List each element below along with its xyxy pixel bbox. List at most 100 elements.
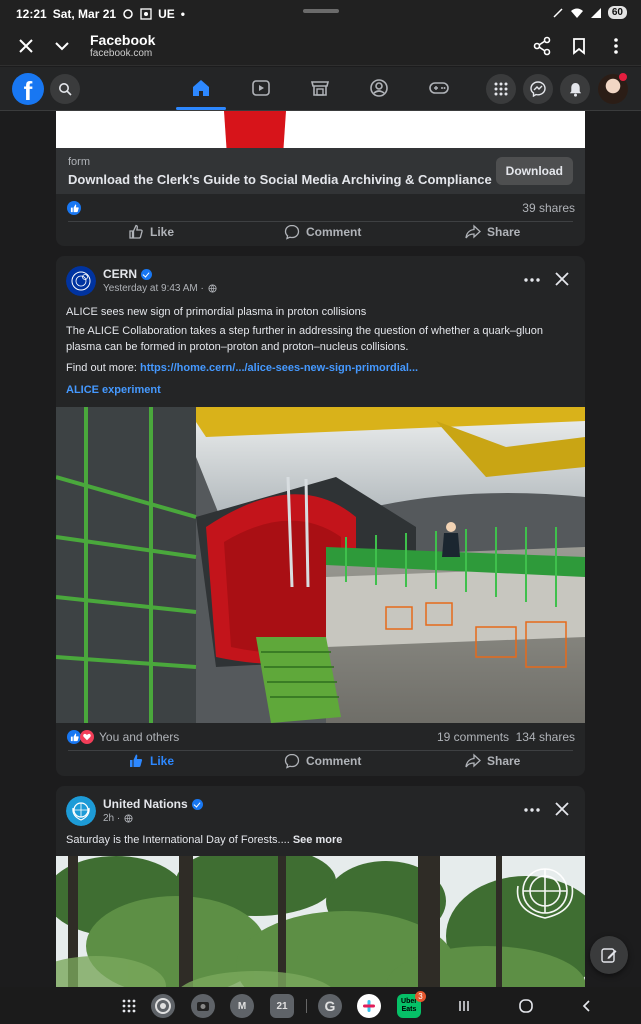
share-count[interactable]: 134 shares — [516, 730, 575, 744]
see-more-link[interactable]: See more — [293, 834, 343, 846]
battery-indicator: 60 — [607, 6, 627, 19]
status-time: 12:21 — [16, 7, 47, 21]
love-reaction-icon[interactable] — [80, 730, 94, 744]
cern-logo-avatar[interactable] — [66, 266, 96, 296]
comment-label: Comment — [306, 754, 362, 768]
uber-eats-badge: 3 — [415, 991, 426, 1002]
search-button[interactable] — [50, 74, 80, 104]
calendar-app-icon[interactable]: 21 — [270, 994, 294, 1018]
messenger-button[interactable] — [523, 74, 553, 104]
status-date: Sat, Mar 21 — [52, 7, 117, 21]
download-button[interactable]: Download — [495, 157, 573, 185]
tab-home[interactable] — [176, 77, 226, 110]
post-card: United Nations 2h · Saturday is the Inte… — [56, 786, 585, 1006]
share-button[interactable]: Share — [465, 753, 520, 769]
like-reaction-icon[interactable] — [67, 730, 81, 744]
profile-icon — [370, 79, 388, 97]
post-text-content: Saturday is the International Day of For… — [66, 834, 293, 846]
comment-button[interactable]: Comment — [284, 753, 361, 769]
notifications-button[interactable] — [560, 74, 590, 104]
like-label: Like — [150, 754, 175, 768]
grid-menu-icon — [494, 82, 508, 96]
tab-video[interactable] — [250, 77, 272, 99]
home-icon — [193, 80, 209, 96]
share-count[interactable]: 39 shares — [522, 201, 575, 215]
bell-icon — [569, 82, 581, 97]
more-vert-icon[interactable] — [606, 36, 626, 56]
recents-button[interactable] — [452, 994, 476, 1018]
hashtag-link[interactable]: ALICE experiment — [66, 382, 575, 398]
facebook-nav-bar: f — [0, 67, 641, 111]
post-card: CERN Yesterday at 9:43 AM · ALICE sees n… — [56, 256, 585, 776]
post-body: The ALICE Collaboration takes a step fur… — [66, 325, 543, 353]
compose-button[interactable] — [590, 936, 628, 974]
post-author[interactable]: United Nations — [103, 797, 203, 811]
share-label: Share — [487, 754, 521, 768]
mute-icon — [553, 7, 563, 18]
gmail-app-icon[interactable]: M — [230, 994, 254, 1018]
drag-handle[interactable] — [303, 9, 339, 13]
hide-post-close-icon[interactable] — [553, 270, 571, 288]
android-taskbar: M 21 G Uber Eats 3 — [0, 987, 641, 1024]
like-reaction-icon[interactable] — [67, 201, 81, 215]
tab-gaming[interactable] — [428, 77, 450, 99]
more-horiz-icon[interactable] — [523, 271, 541, 289]
reactions-summary[interactable]: You and others — [99, 730, 179, 744]
like-button[interactable]: Like — [128, 753, 174, 769]
more-horiz-icon[interactable] — [523, 801, 541, 819]
notification-dot-icon: • — [180, 7, 185, 21]
article-link[interactable]: https://home.cern/.../alice-sees-new-sig… — [140, 362, 418, 374]
like-button[interactable]: Like — [128, 224, 174, 240]
browser-url[interactable]: facebook.com — [90, 48, 152, 59]
tab-profile[interactable] — [368, 77, 390, 99]
sponsored-post-card: form Download the Clerk's Guide to Socia… — [56, 111, 585, 246]
google-app-icon[interactable]: G — [318, 994, 342, 1018]
bookmark-icon[interactable] — [569, 36, 589, 56]
ad-footer[interactable]: form Download the Clerk's Guide to Socia… — [56, 148, 585, 194]
chevron-down-icon[interactable] — [52, 36, 72, 56]
post-timestamp[interactable]: Yesterday at 9:43 AM · — [103, 283, 217, 294]
comment-button[interactable]: Comment — [284, 224, 361, 240]
like-label: Like — [150, 225, 175, 239]
share-icon[interactable] — [532, 36, 552, 56]
globe-icon — [208, 284, 217, 293]
app-drawer-icon — [122, 999, 136, 1013]
verified-badge-icon — [141, 268, 153, 280]
comment-count[interactable]: 19 comments — [437, 730, 509, 744]
timestamp-text: 2h · — [103, 813, 121, 824]
taskbar-divider — [306, 999, 307, 1013]
tab-marketplace[interactable] — [309, 77, 331, 99]
post-author[interactable]: CERN — [103, 267, 153, 281]
slack-app-icon[interactable] — [357, 994, 381, 1018]
app-drawer-button[interactable] — [117, 994, 141, 1018]
video-icon — [252, 80, 270, 96]
share-label: Share — [487, 225, 521, 239]
comment-label: Comment — [306, 225, 362, 239]
notification-badge — [619, 73, 627, 81]
chrome-app-icon[interactable] — [151, 994, 175, 1018]
post-timestamp[interactable]: 2h · — [103, 813, 133, 824]
home-button[interactable] — [514, 994, 538, 1018]
divider — [68, 221, 573, 222]
timestamp-text: Yesterday at 9:43 AM · — [103, 283, 204, 294]
messenger-icon — [530, 81, 546, 97]
thumbs-up-icon — [129, 224, 143, 239]
share-arrow-icon — [465, 224, 481, 239]
back-button[interactable] — [575, 994, 599, 1018]
sync-icon — [123, 9, 133, 19]
forest-illustration — [56, 856, 585, 1006]
camera-app-icon[interactable] — [191, 994, 215, 1018]
hide-post-close-icon[interactable] — [553, 800, 571, 818]
united-nations-logo-avatar[interactable] — [66, 796, 96, 826]
share-button[interactable]: Share — [465, 224, 520, 240]
ad-headline[interactable]: Download the Clerk's Guide to Social Med… — [68, 172, 492, 187]
ad-image[interactable] — [56, 111, 585, 148]
menu-button[interactable] — [486, 74, 516, 104]
facebook-logo-icon[interactable]: f — [12, 73, 44, 105]
divider — [68, 750, 573, 751]
marketplace-icon — [310, 81, 330, 96]
alice-detector-illustration — [56, 407, 585, 723]
post-image-alice-detector[interactable] — [56, 407, 585, 723]
post-image-forest[interactable] — [56, 856, 585, 1006]
close-icon[interactable] — [16, 36, 36, 56]
